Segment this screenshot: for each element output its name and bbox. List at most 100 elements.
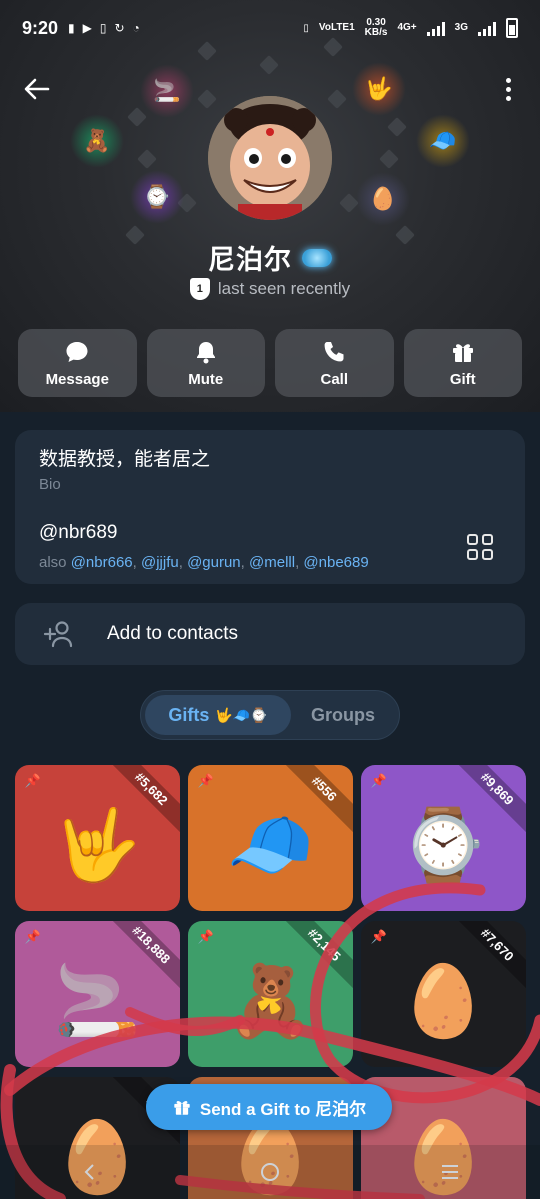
tab-gifts-label: Gifts bbox=[168, 704, 210, 725]
hand-gesture-icon: 🤟 bbox=[53, 806, 142, 884]
signal-strength-icon bbox=[426, 20, 445, 36]
nav-back-button[interactable] bbox=[70, 1152, 110, 1192]
last-seen-text: last seen recently bbox=[217, 279, 351, 298]
pattern-diamond bbox=[327, 89, 347, 109]
youtube-icon: ▶ bbox=[82, 21, 92, 35]
also-link[interactable]: @nbr666 bbox=[71, 554, 133, 571]
bio-label: Bio bbox=[39, 476, 61, 493]
call-button[interactable]: Call bbox=[275, 329, 394, 397]
gift-card[interactable]: 📌 #9,869 ⌚ bbox=[361, 765, 526, 911]
easter-egg-icon: 🥚 bbox=[399, 962, 488, 1040]
send-gift-label: Send a Gift to 尼泊尔 bbox=[199, 1099, 367, 1119]
net-speed: 0.30 KB/s bbox=[364, 17, 388, 38]
gift-button[interactable]: Gift bbox=[403, 329, 522, 397]
pattern-diamond bbox=[379, 149, 399, 169]
also-prefix: also bbox=[39, 554, 67, 571]
qr-code-button[interactable] bbox=[467, 534, 493, 560]
also-link[interactable]: @melll bbox=[249, 554, 295, 571]
bio-text[interactable]: 数据教授，能者居之 bbox=[39, 444, 210, 471]
also-usernames: also @nbr666, @jjjfu, @gurun, @melll, @n… bbox=[39, 554, 369, 571]
pattern-diamond bbox=[137, 149, 157, 169]
profile-name-row: 尼泊尔 bbox=[0, 238, 540, 277]
gold-watch-icon: ⌚ bbox=[399, 806, 488, 884]
egg-orb-icon[interactable]: 🥚 bbox=[356, 172, 410, 226]
avatar-face-icon bbox=[208, 96, 332, 220]
teddy-orb-icon[interactable]: 🧸 bbox=[70, 114, 124, 168]
message-label: Message bbox=[45, 370, 109, 388]
status-time: 9:20 bbox=[22, 17, 59, 38]
also-link[interactable]: @gurun bbox=[187, 554, 241, 571]
back-button[interactable] bbox=[22, 74, 52, 104]
gift-label: Gift bbox=[449, 370, 476, 388]
vibrate-icon: ▯ bbox=[303, 22, 309, 34]
last-seen-row: 1 last seen recently bbox=[0, 278, 540, 300]
cigar-icon: 🚬 bbox=[53, 962, 142, 1040]
back-arrow-icon bbox=[24, 78, 50, 100]
also-link[interactable]: @jjjfu bbox=[141, 554, 179, 571]
pattern-diamond bbox=[259, 55, 279, 75]
more-options-button[interactable] bbox=[498, 74, 518, 104]
signal-strength-icon-2 bbox=[478, 20, 496, 36]
pin-icon: 📌 bbox=[197, 929, 215, 944]
also-link[interactable]: @nbe689 bbox=[303, 554, 368, 571]
tab-groups[interactable]: Groups bbox=[291, 695, 395, 735]
pattern-diamond bbox=[387, 117, 407, 137]
system-navigation-bar bbox=[0, 1145, 540, 1199]
pattern-diamond bbox=[197, 89, 217, 109]
status-right: ▯ VoLTE1 0.30 KB/s 4G+ 3G bbox=[303, 18, 518, 38]
gift-card[interactable]: 📌 #2,145 🧸 bbox=[188, 921, 353, 1067]
dot-icon bbox=[505, 95, 511, 101]
watch-orb-icon[interactable]: ⌚ bbox=[130, 170, 184, 224]
cigar-orb-icon[interactable]: 🚬 bbox=[140, 64, 194, 118]
battery-saver-icon: ▯ bbox=[99, 21, 107, 35]
premium-badge-icon[interactable] bbox=[302, 248, 332, 267]
pattern-diamond bbox=[127, 107, 147, 127]
message-button[interactable]: Message bbox=[18, 329, 137, 397]
pin-icon: 📌 bbox=[370, 929, 388, 944]
battery-icon bbox=[506, 18, 518, 38]
qr-code-icon bbox=[467, 534, 478, 545]
gift-card[interactable]: 📌 #556 🧢 bbox=[188, 765, 353, 911]
dot-icon bbox=[505, 77, 511, 83]
profile-header: 9:20 ▮ ▶ ▯ ↻ ◔ ▯ VoLTE1 0.30 KB/s 4G+ 3G bbox=[0, 0, 540, 412]
nav-recents-button[interactable] bbox=[430, 1152, 470, 1192]
sync-icon: ↻ bbox=[114, 21, 125, 35]
gift-card[interactable]: 📌 #18,888 🚬 bbox=[15, 921, 180, 1067]
gift-icon bbox=[452, 343, 473, 362]
gift-card[interactable]: 📌 #5,682 🤟 bbox=[15, 765, 180, 911]
network-4g: 4G+ bbox=[397, 22, 417, 33]
status-bar: 9:20 ▮ ▶ ▯ ↻ ◔ ▯ VoLTE1 0.30 KB/s 4G+ 3G bbox=[0, 0, 540, 56]
nav-home-button[interactable] bbox=[250, 1152, 290, 1192]
green-cap-icon: 🧢 bbox=[226, 806, 315, 884]
gift-icon bbox=[174, 1101, 190, 1115]
menu-lines-icon bbox=[442, 1165, 458, 1179]
pin-icon: 📌 bbox=[197, 773, 215, 788]
tab-gifts[interactable]: Gifts 🤟🧢⌚ bbox=[145, 695, 291, 735]
pin-icon: 📌 bbox=[24, 773, 42, 788]
avatar[interactable] bbox=[208, 96, 332, 220]
mute-label: Mute bbox=[188, 370, 224, 388]
add-to-contacts-label: Add to contacts bbox=[107, 623, 238, 644]
action-buttons: Message Mute Call Gift bbox=[18, 329, 522, 397]
hand-orb-icon[interactable]: 🤟 bbox=[352, 62, 406, 116]
cap-orb-icon[interactable]: 🧢 bbox=[416, 114, 470, 168]
mute-button[interactable]: Mute bbox=[146, 329, 265, 397]
gift-group-tabs: Gifts 🤟🧢⌚ Groups bbox=[140, 690, 400, 740]
username[interactable]: @nbr689 bbox=[39, 522, 117, 544]
bell-icon bbox=[196, 341, 215, 363]
pin-icon: 📌 bbox=[24, 929, 42, 944]
lte-indicator: VoLTE1 bbox=[318, 22, 355, 33]
call-label: Call bbox=[320, 370, 348, 388]
chevron-left-icon bbox=[84, 1164, 94, 1180]
gift-preview-icons: 🤟🧢⌚ bbox=[215, 706, 268, 723]
add-to-contacts-button[interactable]: Add to contacts bbox=[15, 603, 525, 665]
pin-icon: 📌 bbox=[370, 773, 388, 788]
send-gift-button[interactable]: Send a Gift to 尼泊尔 bbox=[146, 1084, 392, 1130]
teddy-bear-icon: 🧸 bbox=[226, 962, 315, 1040]
network-3g: 3G bbox=[454, 22, 468, 33]
add-user-icon bbox=[43, 621, 73, 648]
vpn-icon: ◔ bbox=[132, 21, 140, 35]
gift-card[interactable]: 📌 #7,670 🥚 bbox=[361, 921, 526, 1067]
shield-icon: 1 bbox=[189, 278, 210, 300]
status-left-icons: ▮ ▶ ▯ ↻ ◔ bbox=[68, 21, 140, 35]
